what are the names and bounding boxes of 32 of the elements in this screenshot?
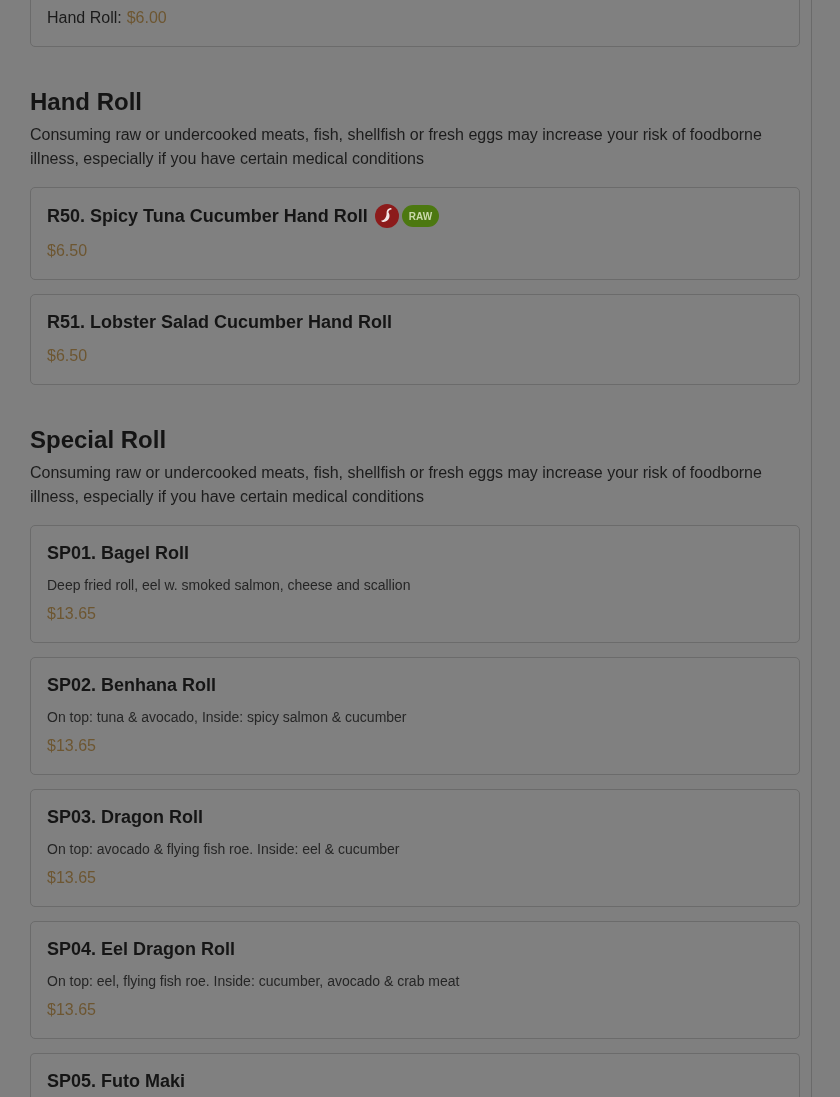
item-name: SP01. Bagel Roll bbox=[47, 542, 190, 564]
section-heading: Special Roll bbox=[30, 425, 168, 455]
item-name: SP02. Benhana Roll bbox=[47, 674, 217, 696]
menu-item-card[interactable]: SP05. Futo Maki bbox=[30, 1053, 800, 1097]
menu-item-card[interactable]: Hand Roll: $6.00 bbox=[30, 0, 800, 47]
item-price: $13.65 bbox=[47, 1000, 97, 1020]
item-description: On top: eel, flying fish roe. Inside: cucumber, avocado & crab meat bbox=[47, 972, 461, 991]
menu-item-card[interactable]: R50. Spicy Tuna Cucumber Hand Roll RAW $6.50 bbox=[30, 187, 800, 280]
option-price: $6.00 bbox=[126, 8, 167, 28]
item-description: Deep fried roll, eel w. smoked salmon, cheese and scallion bbox=[47, 576, 412, 595]
menu-item-card[interactable]: SP01. Bagel Roll Deep fried roll, eel w. smoked salmon, cheese and scallion $13.65 bbox=[30, 525, 800, 643]
option-label: Hand Roll: bbox=[47, 8, 122, 28]
item-name: SP05. Futo Maki bbox=[47, 1070, 186, 1092]
item-name: R50. Spicy Tuna Cucumber Hand Roll bbox=[47, 205, 368, 227]
section-heading: Hand Roll bbox=[30, 87, 143, 117]
raw-badge: RAW bbox=[401, 205, 440, 227]
item-price: $13.65 bbox=[47, 736, 97, 756]
allergy-notice: Consuming raw or undercooked meats, fish, shellfish or fresh eggs may increase your risk of foodborne illness, especially if you have certain medical conditions bbox=[30, 125, 763, 169]
menu-item-card[interactable]: SP03. Dragon Roll On top: avocado & flying fish roe. Inside: eel & cucumber $13.65 bbox=[30, 789, 800, 907]
item-description: On top: avocado & flying fish roe. Inside: eel & cucumber bbox=[47, 840, 401, 859]
item-price: $13.65 bbox=[47, 604, 97, 624]
item-name: R51. Lobster Salad Cucumber Hand Roll bbox=[47, 311, 393, 333]
item-name: SP04. Eel Dragon Roll bbox=[47, 938, 236, 960]
menu-item-card[interactable]: SP02. Benhana Roll On top: tuna & avocado, Inside: spicy salmon & cucumber $13.65 bbox=[30, 657, 800, 775]
item-description: On top: tuna & avocado, Inside: spicy salmon & cucumber bbox=[47, 708, 408, 727]
item-price: $6.50 bbox=[47, 241, 89, 261]
item-name: SP03. Dragon Roll bbox=[47, 806, 204, 828]
allergy-notice: Consuming raw or undercooked meats, fish, shellfish or fresh eggs may increase your risk of foodborne illness, especially if you have certain medical conditions bbox=[30, 463, 763, 507]
item-price: $13.65 bbox=[47, 868, 97, 888]
menu-item-card[interactable]: R51. Lobster Salad Cucumber Hand Roll $6.50 bbox=[30, 294, 800, 385]
item-price: $6.50 bbox=[47, 346, 89, 366]
menu-item-card[interactable]: SP04. Eel Dragon Roll On top: eel, flying fish roe. Inside: cucumber, avocado & crab meat $13.65 bbox=[30, 921, 800, 1039]
